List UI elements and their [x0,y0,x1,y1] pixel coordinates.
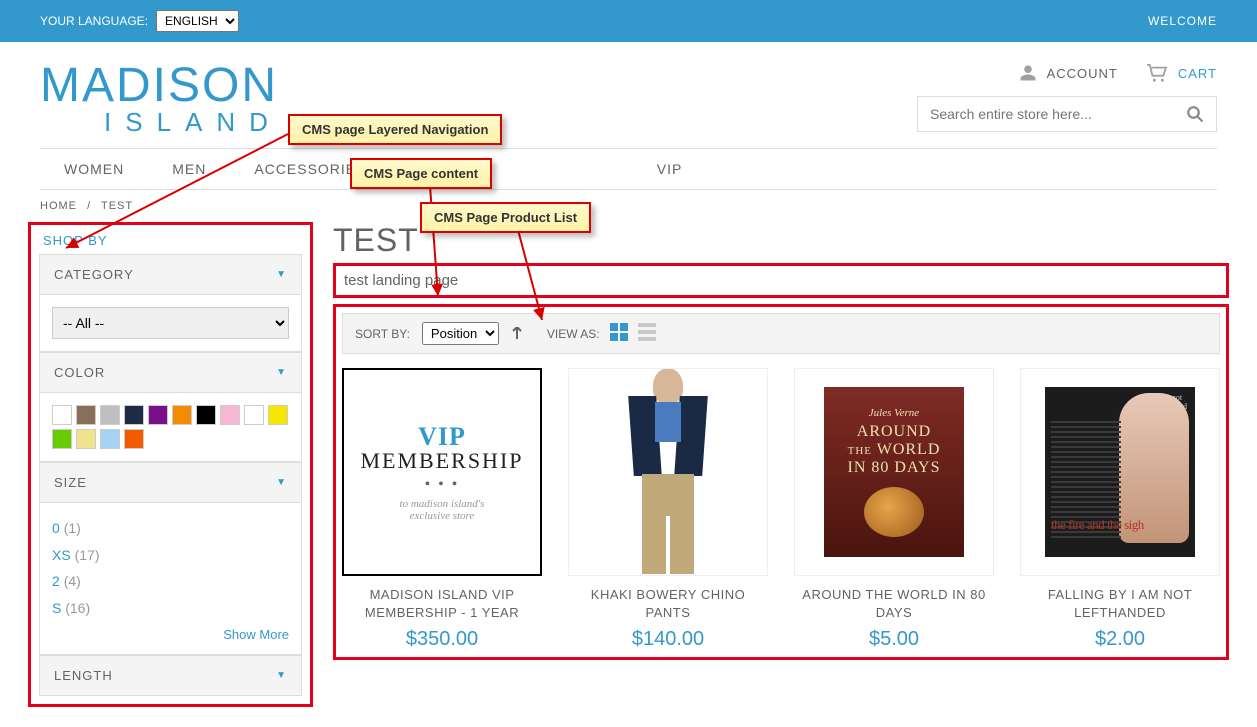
product-image: VIP MEMBERSHIP • • • to madison island's… [342,368,542,576]
color-swatch[interactable] [76,429,96,449]
product-price: $2.00 [1020,628,1220,651]
product-name: FALLING BY I AM NOT LEFTHANDED [1020,586,1220,622]
grid-icon [610,323,628,341]
facet-length-head[interactable]: LENGTH ▼ [40,656,301,695]
product-card[interactable]: Jules Verne AROUNDTHE WORLDIN 80 DAYS AR… [794,368,994,651]
account-label: ACCOUNT [1047,66,1118,81]
cart-label: CART [1178,66,1217,81]
color-swatch[interactable] [52,405,72,425]
breadcrumb-current: TEST [101,200,133,212]
logo-line2: ISLAND [104,107,282,138]
annot-cms-content: CMS Page content [350,158,492,189]
size-option[interactable]: S (16) [52,595,289,622]
user-icon [1019,64,1037,82]
facet-color-head[interactable]: COLOR ▼ [40,353,301,392]
header: MADISON ISLAND ACCOUNT CART [0,42,1257,138]
cart-icon [1146,64,1168,82]
sort-by-label: SORT BY: [355,327,410,341]
logo[interactable]: MADISON ISLAND [40,58,282,138]
product-list: SORT BY: Position VIEW AS: [333,304,1229,660]
facet-length: LENGTH ▼ [39,655,302,696]
search-box[interactable] [917,96,1217,132]
facet-length-label: LENGTH [54,668,113,683]
logo-line1: MADISON [40,58,282,113]
chevron-down-icon: ▼ [276,477,287,488]
chevron-down-icon: ▼ [276,670,287,681]
facet-size-head[interactable]: SIZE ▼ [40,463,301,502]
color-swatch[interactable] [172,405,192,425]
chevron-down-icon: ▼ [276,367,287,378]
breadcrumb-home[interactable]: HOME [40,200,77,212]
product-card[interactable]: KHAKI BOWERY CHINO PANTS $140.00 [568,368,768,651]
product-card[interactable]: VIP MEMBERSHIP • • • to madison island's… [342,368,542,651]
cms-content: test landing page [333,263,1229,298]
shop-by-heading: SHOP BY [39,233,302,248]
color-swatch[interactable] [220,405,240,425]
color-swatch[interactable] [148,405,168,425]
color-swatch[interactable] [124,429,144,449]
product-name: AROUND THE WORLD IN 80 DAYS [794,586,994,622]
main-nav: WOMEN MEN ACCESSORIES HOME DECOR SALE VI… [40,148,1217,190]
account-link[interactable]: ACCOUNT [1019,64,1118,82]
breadcrumb: HOME / TEST [40,200,1217,212]
color-swatch[interactable] [100,405,120,425]
color-swatch[interactable] [268,405,288,425]
size-show-more[interactable]: Show More [52,627,289,642]
product-name: MADISON ISLAND VIP MEMBERSHIP - 1 YEAR [342,586,542,622]
top-bar: YOUR LANGUAGE: ENGLISH WELCOME [0,0,1257,42]
nav-women[interactable]: WOMEN [64,161,124,177]
chevron-down-icon: ▼ [276,269,287,280]
facet-category: CATEGORY ▼ -- All -- [39,254,302,352]
category-select[interactable]: -- All -- [52,307,289,339]
sort-by-select[interactable]: Position [422,322,499,345]
product-name: KHAKI BOWERY CHINO PANTS [568,586,768,622]
product-image: Jules Verne AROUNDTHE WORLDIN 80 DAYS [794,368,994,576]
nav-men[interactable]: MEN [172,161,206,177]
view-grid-button[interactable] [610,323,628,344]
product-image [568,368,768,576]
facet-size: SIZE ▼ 0 (1)XS (17)2 (4)S (16) Show More [39,462,302,655]
product-image: I am notLefthanded the fire and the sigh [1020,368,1220,576]
color-swatch[interactable] [100,429,120,449]
welcome-text: WELCOME [1148,14,1217,28]
content: TEST test landing page SORT BY: Position… [333,222,1229,707]
facet-color: COLOR ▼ [39,352,302,462]
product-card[interactable]: I am notLefthanded the fire and the sigh… [1020,368,1220,651]
list-icon [638,323,656,341]
color-swatch[interactable] [196,405,216,425]
product-price: $140.00 [568,628,768,651]
facet-color-label: COLOR [54,365,105,380]
language-label: YOUR LANGUAGE: [40,14,148,28]
view-as-label: VIEW AS: [547,327,600,341]
language-select[interactable]: ENGLISH [156,10,239,32]
size-option[interactable]: 2 (4) [52,568,289,595]
breadcrumb-sep: / [87,200,91,212]
facet-category-head[interactable]: CATEGORY ▼ [40,255,301,294]
color-swatch[interactable] [52,429,72,449]
product-price: $5.00 [794,628,994,651]
size-option[interactable]: 0 (1) [52,515,289,542]
layered-nav: SHOP BY CATEGORY ▼ -- All -- COLOR ▼ [28,222,313,707]
view-list-button[interactable] [638,323,656,344]
color-swatch[interactable] [244,405,264,425]
annot-product-list: CMS Page Product List [420,202,591,233]
sort-direction-icon[interactable] [511,327,523,341]
annot-layered-nav: CMS page Layered Navigation [288,114,502,145]
size-option[interactable]: XS (17) [52,542,289,569]
color-swatch[interactable] [76,405,96,425]
facet-size-label: SIZE [54,475,87,490]
facet-category-label: CATEGORY [54,267,134,282]
search-input[interactable] [930,106,1186,122]
color-swatch[interactable] [124,405,144,425]
product-price: $350.00 [342,628,542,651]
cart-link[interactable]: CART [1146,64,1217,82]
toolbar: SORT BY: Position VIEW AS: [342,313,1220,354]
search-icon[interactable] [1186,105,1204,123]
nav-vip[interactable]: VIP [657,161,683,177]
